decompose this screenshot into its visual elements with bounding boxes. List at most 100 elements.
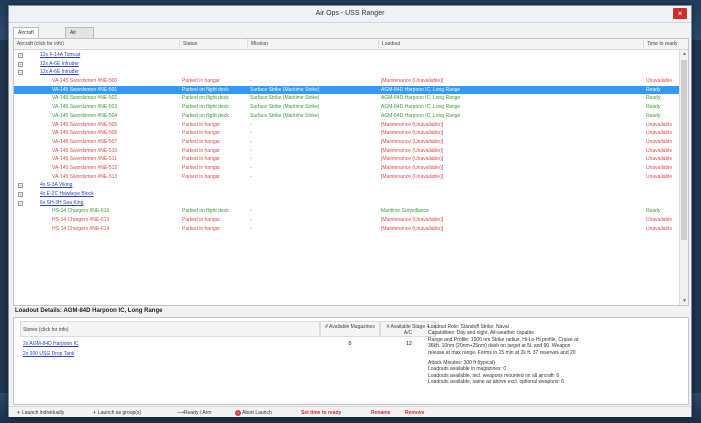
aircraft-ready-cell: Ready: [646, 104, 661, 111]
aircraft-row[interactable]: VA-145 Swordsmen #NE-502 Parked on flight…: [14, 94, 680, 103]
aircraft-row[interactable]: VA-145 Swordsmen #NE-503 Parked on flight…: [14, 103, 680, 112]
aircraft-mission-cell: Surface Strike (Maritime Strike): [250, 104, 320, 111]
loadout-details-title: Loadout Details: AGM-84D Harpoon IC, Lon…: [15, 308, 162, 314]
expand-icon[interactable]: +: [18, 61, 23, 67]
abort-launch-button[interactable]: ! Abort Launch: [235, 409, 272, 417]
ready-arm-label: Ready / Arm: [184, 410, 212, 416]
aircraft-row[interactable]: VA-145 Swordsmen #NE-505 Parked in hangar…: [14, 121, 680, 130]
scroll-thumb[interactable]: [681, 60, 687, 240]
aircraft-ready-cell: Unavailable: [646, 78, 673, 85]
aircraft-status-cell: Parked in hangar: [182, 147, 221, 154]
aircraft-group-row[interactable]: +4x S-3A Viking: [14, 181, 680, 190]
aircraft-group-row[interactable]: − 12x A-6E Intruder: [14, 68, 680, 77]
aircraft-status-cell: Parked in hangar: [182, 225, 221, 232]
aircraft-group-row[interactable]: +12x F-14A Tomcat: [14, 51, 680, 60]
aircraft-loadout-cell: [Maintenance (Unavailable)]: [381, 173, 444, 180]
aircraft-row[interactable]: VA-145 Swordsmen #NE-506 Parked in hangar…: [14, 129, 680, 138]
title-bar[interactable]: Air Ops - USS Ranger ×: [9, 6, 691, 23]
collapse-icon[interactable]: −: [18, 200, 23, 206]
aircraft-loadout-cell: AGM-84D Harpoon IC, Long Range: [381, 112, 461, 119]
expand-icon[interactable]: +: [18, 183, 23, 189]
ready-arm-button[interactable]: ⟶Ready / Arm: [177, 409, 212, 417]
aircraft-mission-cell: -: [250, 217, 252, 224]
expand-icon[interactable]: +: [18, 53, 23, 58]
loadout-notes: Loadout Role: Standoff Strike: Naval Capa…: [428, 324, 684, 386]
aircraft-list: Aircraft (click for info) Status Mission…: [13, 38, 689, 306]
aircraft-row[interactable]: VA-145 Swordsmen #NE-512 Parked in hangar…: [14, 164, 680, 173]
vertical-scrollbar[interactable]: ▲ ▼: [679, 50, 688, 305]
aircraft-group-link[interactable]: 12x A-6E Intruder: [40, 60, 240, 69]
column-header-row: Aircraft (click for info) Status Mission…: [14, 39, 688, 50]
plane-icon: ✈: [16, 410, 21, 416]
aircraft-ready-cell: Unavailable: [646, 156, 673, 163]
aircraft-group-link[interactable]: 12x A-6E Intruder: [40, 68, 240, 77]
close-button[interactable]: ×: [673, 8, 687, 19]
launch-group-button[interactable]: ✈Launch as group(s): [91, 409, 141, 417]
stores-header-magazines[interactable]: # Available Magazines: [320, 321, 380, 337]
aircraft-ready-cell: Ready: [646, 86, 661, 93]
aircraft-row[interactable]: HS-14 Chargers #NE-613 Parked in hangar -[…: [14, 216, 680, 225]
aircraft-ready-cell: Ready: [646, 208, 661, 215]
aircraft-loadout-cell: [Maintenance (Unavailable)]: [381, 138, 444, 145]
column-header-loadout[interactable]: Loadout: [379, 39, 644, 50]
store-name-link[interactable]: 2x 300 USG Drop Tank: [23, 350, 223, 359]
aircraft-row[interactable]: VA-145 Swordsmen #NE-507 Parked in hangar…: [14, 138, 680, 147]
aircraft-mission-cell: -: [250, 121, 252, 128]
aircraft-status-cell: Parked on flight deck: [182, 104, 229, 111]
aircraft-group-row[interactable]: +4x E-2C Hawkeye Block: [14, 190, 680, 199]
store-name-link[interactable]: 2x AGM-84D Harpoon IC: [23, 340, 223, 349]
rename-button[interactable]: Rename: [371, 409, 390, 417]
aircraft-ready-cell: Unavailable: [646, 225, 673, 232]
aircraft-group-link[interactable]: 12x F-14A Tomcat: [40, 51, 240, 60]
aircraft-loadout-cell: AGM-84D Harpoon IC, Long Range: [381, 95, 461, 102]
aircraft-group-link[interactable]: 6x SH-3H Sea King: [40, 199, 240, 208]
column-header-mission[interactable]: Mission: [248, 39, 379, 50]
aircraft-mission-cell: -: [250, 225, 252, 232]
loadout-details-panel: Stores (click for info) # Available Maga…: [13, 317, 689, 405]
aircraft-status-cell: Parked in hangar: [182, 121, 221, 128]
launch-individually-button[interactable]: ✈Launch individually: [15, 409, 64, 417]
aircraft-row[interactable]: VA-145 Swordsmen #NE-504 Parked on flight…: [14, 112, 680, 121]
aircraft-row[interactable]: VA-145 Swordsmen #NE-513 Parked in hangar…: [14, 173, 680, 182]
aircraft-ready-cell: Unavailable: [646, 217, 673, 224]
aircraft-mission-cell: -: [250, 138, 252, 145]
aircraft-row[interactable]: VA-145 Swordsmen #NE-510 Parked in hangar…: [14, 147, 680, 156]
scroll-up-arrow-icon[interactable]: ▲: [681, 51, 688, 58]
plane-group-icon: ✈: [92, 410, 97, 416]
loadout-details-label: Loadout Details:: [15, 308, 63, 314]
aircraft-row[interactable]: VA-145 Swordsmen #NE-501 Parked on flight…: [14, 85, 680, 95]
aircraft-status-cell: Parked on flight deck: [182, 95, 229, 102]
aircraft-group-row[interactable]: − 6x SH-3H Sea King: [14, 199, 680, 208]
aircraft-loadout-cell: [Maintenance (Unavailable)]: [381, 121, 444, 128]
collapse-icon[interactable]: −: [18, 70, 23, 76]
aircraft-mission-cell: Surface Strike (Maritime Strike): [250, 86, 320, 93]
aircraft-rows: +12x F-14A Tomcat +12x A-6E Intruder −12x …: [14, 51, 680, 233]
aircraft-loadout-cell: [Maintenance (Unavailable)]: [381, 156, 444, 163]
aircraft-ready-cell: Unavailable: [646, 164, 673, 171]
tab-air-facilities[interactable]: Air Facilities: [65, 27, 95, 46]
aircraft-mission-cell: -: [250, 173, 252, 180]
aircraft-mission-cell: -: [250, 78, 252, 85]
aircraft-group-row[interactable]: +12x A-6E Intruder: [14, 60, 680, 69]
store-magazine-count: 0: [348, 341, 352, 347]
scroll-down-arrow-icon[interactable]: ▼: [681, 298, 688, 305]
aircraft-mission-cell: -: [250, 130, 252, 137]
abort-launch-label: Abort Launch: [242, 410, 272, 416]
remove-button[interactable]: Remove: [405, 409, 424, 417]
aircraft-group-link[interactable]: 4x E-2C Hawkeye Block: [40, 190, 240, 199]
aircraft-status-cell: Parked in hangar: [182, 217, 221, 224]
set-time-to-ready-button[interactable]: Set time to ready: [301, 409, 341, 417]
column-header-status[interactable]: Status: [180, 39, 248, 50]
column-header-aircraft[interactable]: Aircraft (click for info): [14, 39, 180, 50]
aircraft-row[interactable]: VA-145 Swordsmen #NE-511 Parked in hangar…: [14, 155, 680, 164]
stores-header-name[interactable]: Stores (click for info): [20, 321, 320, 337]
aircraft-row[interactable]: HS-14 Chargers #NE-614 Parked in hangar -[…: [14, 225, 680, 234]
aircraft-row[interactable]: HS-14 Chargers #NE-610 Parked on flight d…: [14, 207, 680, 216]
aircraft-mission-cell: Surface Strike (Maritime Strike): [250, 95, 320, 102]
action-toolbar: ✈Launch individually ✈Launch as group(s)…: [9, 406, 691, 417]
abort-icon: !: [235, 410, 241, 416]
aircraft-group-link[interactable]: 4x S-3A Viking: [40, 181, 240, 190]
column-header-time-to-ready[interactable]: Time to ready: [644, 39, 688, 50]
aircraft-row[interactable]: VA-145 Swordsmen #NE-500 Parked in hangar…: [14, 77, 680, 86]
expand-icon[interactable]: +: [18, 192, 23, 197]
